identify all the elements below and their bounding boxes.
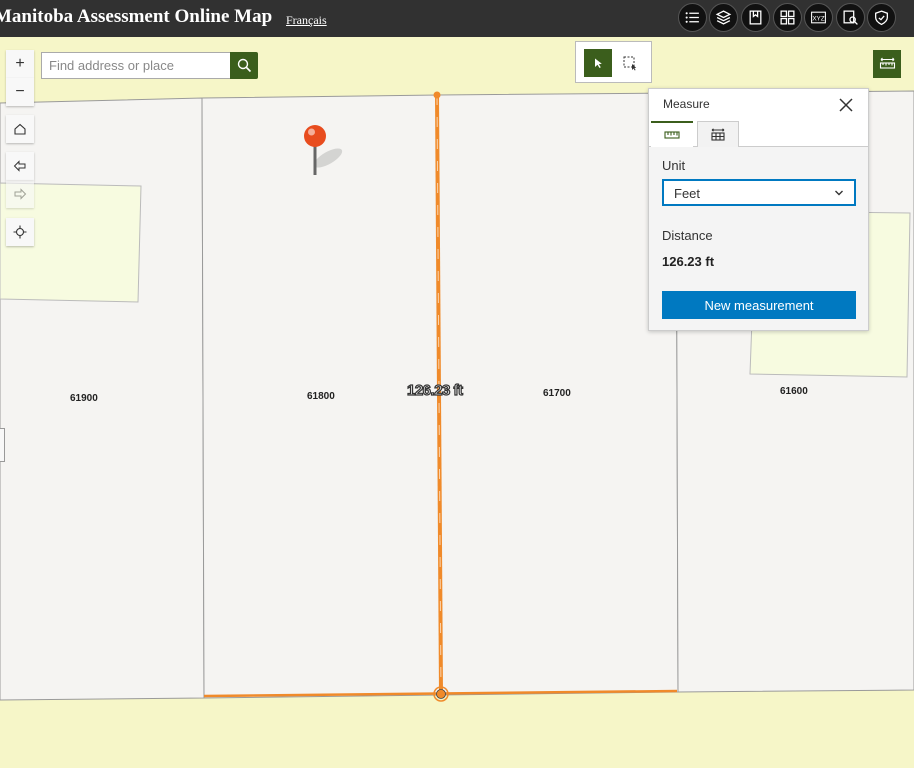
parcel-label: 61800 <box>307 391 335 402</box>
unit-select-value: Feet <box>674 186 701 201</box>
measure-start-vertex <box>433 91 441 99</box>
search-icon <box>237 58 251 73</box>
list-icon[interactable] <box>678 3 707 32</box>
app-header: Manitoba Assessment Online Map Français … <box>0 0 914 37</box>
parcel-label: 61700 <box>543 388 571 399</box>
svg-text:XYZ: XYZ <box>812 16 824 23</box>
distance-ruler-icon <box>664 131 680 139</box>
layers-icon[interactable] <box>709 3 738 32</box>
coordinate-xyz-icon[interactable]: XYZ <box>804 3 833 32</box>
home-icon[interactable] <box>6 115 34 143</box>
app-title: Manitoba Assessment Online Map <box>0 6 273 27</box>
side-panel-handle[interactable] <box>0 428 5 462</box>
measure-tool-button[interactable] <box>873 50 901 78</box>
selection-toolbar <box>575 41 652 83</box>
chevron-down-icon <box>835 190 843 196</box>
close-button[interactable] <box>836 95 856 115</box>
locate-icon[interactable] <box>6 218 34 246</box>
measurement-map-label: 126.23 ft <box>406 381 463 399</box>
panel-body: Unit Feet Distance 126.23 ft New measure… <box>649 147 868 330</box>
parcel-label: 61900 <box>70 393 98 404</box>
tab-area[interactable] <box>697 121 739 147</box>
bookmark-icon[interactable] <box>741 3 770 32</box>
zoom-out-button[interactable]: − <box>6 78 34 106</box>
zoom-in-button[interactable]: + <box>6 50 34 78</box>
map-view[interactable]: 61900 61800 61700 61600 126.23 ft + − M <box>0 37 914 768</box>
tab-distance[interactable] <box>651 121 693 147</box>
shield-badge-icon[interactable] <box>867 3 896 32</box>
distance-label: Distance <box>662 228 713 243</box>
measure-ruler-icon <box>879 57 895 69</box>
measure-end-vertex-core <box>436 689 446 699</box>
search-input[interactable] <box>42 53 229 78</box>
select-cursor-icon[interactable] <box>584 49 612 77</box>
parcel-label: 61600 <box>780 386 808 397</box>
unit-select[interactable]: Feet <box>662 179 856 206</box>
new-measurement-button[interactable]: New measurement <box>662 291 856 319</box>
basemap-gallery-icon[interactable] <box>773 3 802 32</box>
distance-value: 126.23 ft <box>662 254 715 269</box>
query-search-icon[interactable] <box>836 3 865 32</box>
measure-panel: Measure Unit Feet Distance 126.23 ft New… <box>648 88 869 331</box>
select-rectangle-icon[interactable] <box>616 49 644 77</box>
panel-title: Measure <box>663 97 710 111</box>
area-icon <box>711 127 725 141</box>
search-box <box>41 52 231 79</box>
search-button[interactable] <box>230 52 258 79</box>
back-arrow-icon[interactable] <box>6 152 34 180</box>
language-link[interactable]: Français <box>286 13 327 28</box>
unit-label: Unit <box>662 158 686 173</box>
forward-arrow-icon[interactable] <box>6 180 34 208</box>
close-icon <box>839 98 853 112</box>
